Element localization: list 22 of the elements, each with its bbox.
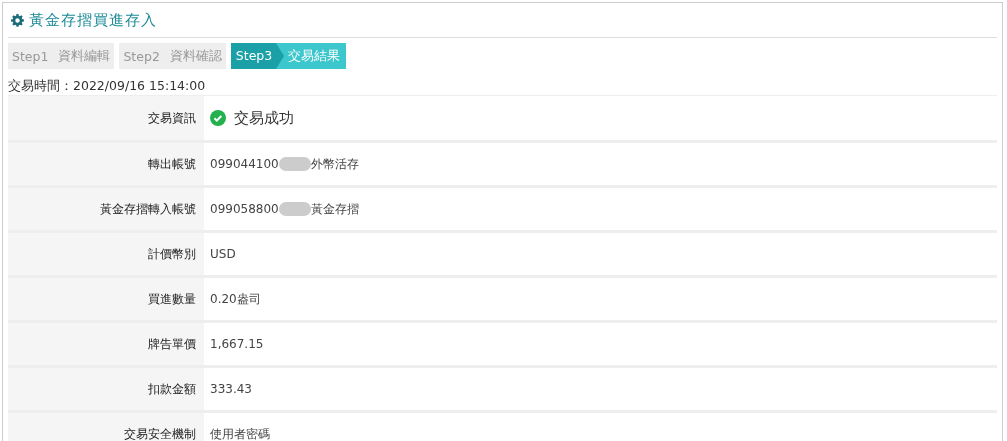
account-number: 099058800 [210,202,279,216]
field-label: 計價幣別 [8,233,204,275]
field-value: 1,667.15 [210,337,264,351]
field-label: 交易資訊 [8,96,204,140]
field-value: 使用者密碼 [210,425,270,441]
account-type: 黃金存摺 [310,200,359,218]
field-label: 轉出帳號 [8,143,204,185]
field-value: 333.43 [210,382,252,396]
field-value: 0.20盎司 [210,290,261,308]
field-label: 扣款金額 [8,368,204,410]
account-number: 099044100 [210,157,279,171]
check-icon [210,110,226,126]
settings-icon [11,13,24,27]
page-title: 黃金存摺買進存入 [29,10,157,30]
field-value: USD [210,247,236,261]
status-text: 交易成功 [234,108,294,128]
field-label: 牌告單價 [8,323,204,365]
account-type: 外幣活存 [310,155,359,173]
field-label: 交易安全機制 [8,413,204,441]
field-label: 黃金存摺轉入帳號 [8,188,204,230]
field-label: 買進數量 [8,278,204,320]
transaction-time: 交易時間：2022/09/16 15:14:00 [8,78,207,95]
